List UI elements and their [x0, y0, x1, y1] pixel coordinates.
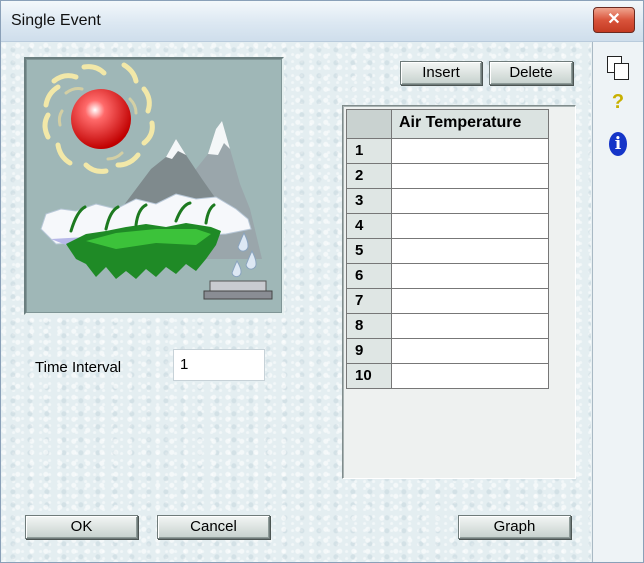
row-header[interactable]: 8 — [346, 314, 392, 339]
grid-cell[interactable] — [392, 189, 549, 214]
help-glyph: ? — [611, 90, 625, 113]
row-header[interactable]: 1 — [346, 139, 392, 164]
row-header[interactable]: 9 — [346, 339, 392, 364]
delete-button[interactable]: Delete — [489, 61, 573, 85]
row-header[interactable]: 10 — [346, 364, 392, 389]
grid-cell[interactable] — [392, 164, 549, 189]
grid-cell[interactable] — [392, 139, 549, 164]
grid-cell[interactable] — [392, 214, 549, 239]
time-interval-label: Time Interval — [35, 359, 122, 376]
help-icon[interactable]: ? — [604, 88, 632, 116]
side-panel: ? i — [592, 42, 643, 562]
close-icon: ✕ — [607, 11, 621, 28]
copy-icon[interactable] — [604, 54, 632, 82]
row-header[interactable]: 2 — [346, 164, 392, 189]
ok-button[interactable]: OK — [25, 515, 138, 539]
grid-cell[interactable] — [392, 314, 549, 339]
weather-illustration — [24, 57, 284, 315]
graph-button[interactable]: Graph — [458, 515, 571, 539]
grid-cell[interactable] — [392, 289, 549, 314]
row-header[interactable]: 4 — [346, 214, 392, 239]
cancel-button[interactable]: Cancel — [157, 515, 270, 539]
row-header[interactable]: 7 — [346, 289, 392, 314]
grid-cell[interactable] — [392, 364, 549, 389]
row-header[interactable]: 6 — [346, 264, 392, 289]
info-icon[interactable]: i — [604, 130, 632, 158]
time-interval-input[interactable]: 1 — [173, 349, 265, 381]
insert-button[interactable]: Insert — [400, 61, 482, 85]
weather-scene-image — [40, 62, 273, 300]
data-grid: Air Temperature 1 2 3 4 5 6 7 8 9 10 — [342, 105, 576, 479]
grid-cell[interactable] — [392, 264, 549, 289]
single-event-window: Single Event ✕ ? i Insert Delete Air Tem… — [0, 0, 644, 563]
sun — [71, 89, 131, 149]
window-title: Single Event — [11, 12, 101, 29]
row-header[interactable]: 3 — [346, 189, 392, 214]
title-bar: Single Event ✕ — [1, 1, 643, 42]
grid-cell[interactable] — [392, 239, 549, 264]
grid-cell[interactable] — [392, 339, 549, 364]
grid-corner-cell[interactable] — [346, 109, 392, 139]
close-button[interactable]: ✕ — [593, 7, 635, 33]
row-header[interactable]: 5 — [346, 239, 392, 264]
column-header-air-temperature[interactable]: Air Temperature — [392, 109, 549, 139]
info-glyph: i — [609, 132, 627, 156]
